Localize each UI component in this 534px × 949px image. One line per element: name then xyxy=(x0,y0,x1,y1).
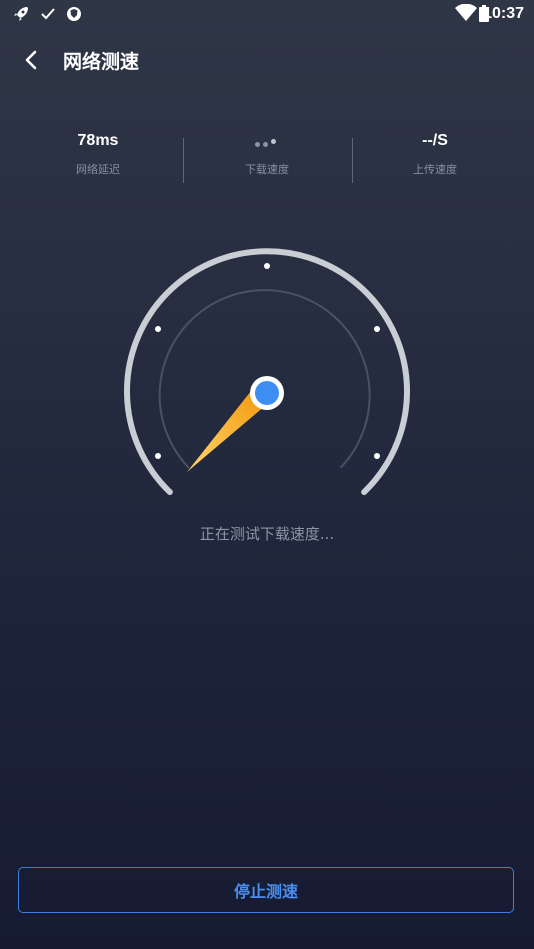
download-value xyxy=(182,130,352,152)
stop-test-label: 停止测速 xyxy=(233,882,298,901)
latency-stat: 78ms 网络延迟 xyxy=(13,130,183,177)
top-bar: 网络测速 xyxy=(0,38,534,82)
back-button[interactable] xyxy=(18,46,46,74)
upload-label: 上传速度 xyxy=(413,163,457,176)
chevron-left-icon xyxy=(25,50,37,70)
stop-test-button[interactable]: 停止测速 xyxy=(18,867,514,913)
upload-stat: --/S 上传速度 xyxy=(350,130,520,177)
gauge-tick xyxy=(264,263,270,269)
wifi-icon xyxy=(455,4,477,21)
gauge-tick xyxy=(374,453,380,459)
gauge-tick xyxy=(155,453,161,459)
latency-label: 网络延迟 xyxy=(76,163,120,176)
gauge-tick xyxy=(155,326,161,332)
gauge-hub-center xyxy=(255,381,279,405)
gauge-outer-ring xyxy=(124,248,410,496)
loading-dots-icon xyxy=(252,130,282,152)
download-stat: 下载速度 xyxy=(182,130,352,177)
upload-value: --/S xyxy=(422,132,448,149)
latency-value: 78ms xyxy=(77,132,119,149)
check-icon xyxy=(41,8,55,20)
gauge-tick xyxy=(374,326,380,332)
testing-status: 正在测试下载速度... xyxy=(199,525,335,543)
shield-icon xyxy=(67,7,81,21)
speed-gauge xyxy=(124,248,410,496)
rocket-icon xyxy=(14,7,28,21)
status-bar: 10:37 xyxy=(0,0,534,28)
status-time: 10:37 xyxy=(483,5,524,22)
speed-stats: 78ms 网络延迟 下载速度 --/S 上传速度 xyxy=(0,130,534,190)
download-label: 下载速度 xyxy=(245,163,289,176)
page-title: 网络测速 xyxy=(63,51,140,73)
